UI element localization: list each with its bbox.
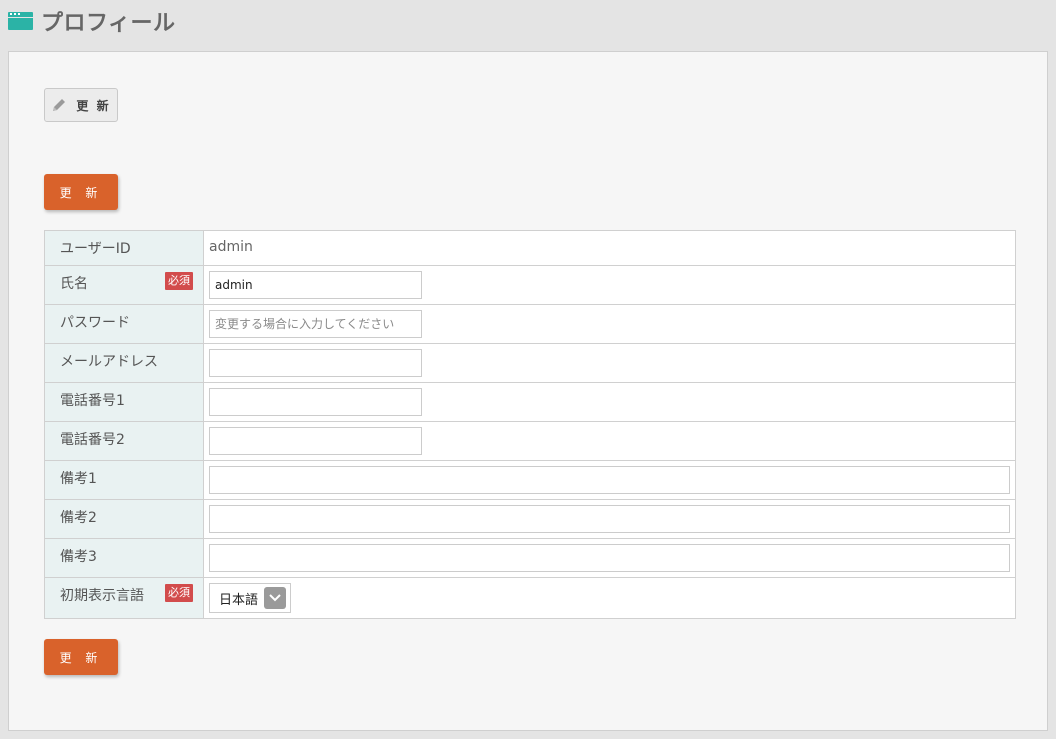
form-row-note2: 備考2 bbox=[44, 499, 1016, 539]
user-id-label: ユーザーID bbox=[44, 230, 204, 266]
password-input[interactable]: 変更する場合に入力してください bbox=[209, 310, 422, 338]
form-row-name: 氏名 必須 admin bbox=[44, 265, 1016, 305]
form-row-password: パスワード 変更する場合に入力してください bbox=[44, 304, 1016, 344]
required-badge: 必須 bbox=[165, 584, 193, 602]
pencil-icon bbox=[53, 99, 66, 111]
form-row-note3: 備考3 bbox=[44, 538, 1016, 578]
email-label: メールアドレス bbox=[44, 343, 204, 383]
note3-input[interactable] bbox=[209, 544, 1010, 572]
form-row-language: 初期表示言語 必須 日本語 bbox=[44, 577, 1016, 619]
name-label-cell: 氏名 必須 bbox=[44, 265, 204, 305]
phone2-label: 電話番号2 bbox=[44, 421, 204, 461]
name-input[interactable]: admin bbox=[209, 271, 422, 299]
page-header: プロフィール bbox=[0, 0, 1056, 42]
email-input[interactable] bbox=[209, 349, 422, 377]
form-row-phone1: 電話番号1 bbox=[44, 382, 1016, 422]
form-row-note1: 備考1 bbox=[44, 460, 1016, 500]
main-panel: 更 新 更 新 ユーザーID admin 氏名 必須 admin パスワード 変… bbox=[8, 51, 1048, 731]
name-label: 氏名 bbox=[60, 276, 88, 292]
note3-label: 備考3 bbox=[44, 538, 204, 578]
note1-label: 備考1 bbox=[44, 460, 204, 500]
form-row-email: メールアドレス bbox=[44, 343, 1016, 383]
update-button-bottom[interactable]: 更 新 bbox=[44, 639, 118, 675]
phone2-input[interactable] bbox=[209, 427, 422, 455]
note2-label: 備考2 bbox=[44, 499, 204, 539]
note2-input[interactable] bbox=[209, 505, 1010, 533]
note1-input[interactable] bbox=[209, 466, 1010, 494]
language-select[interactable]: 日本語 bbox=[209, 583, 292, 613]
password-label: パスワード bbox=[44, 304, 204, 344]
required-badge: 必須 bbox=[165, 272, 193, 290]
profile-form-table: ユーザーID admin 氏名 必須 admin パスワード 変更する場合に入力… bbox=[44, 230, 1016, 619]
language-label: 初期表示言語 bbox=[60, 588, 144, 604]
update-button-top[interactable]: 更 新 bbox=[44, 174, 118, 210]
phone1-label: 電話番号1 bbox=[44, 382, 204, 422]
edit-button-label: 更 新 bbox=[76, 98, 111, 113]
form-row-user-id: ユーザーID admin bbox=[44, 230, 1016, 266]
chevron-down-icon bbox=[264, 587, 287, 609]
language-label-cell: 初期表示言語 必須 bbox=[44, 577, 204, 619]
user-id-value: admin bbox=[209, 239, 253, 255]
form-row-phone2: 電話番号2 bbox=[44, 421, 1016, 461]
edit-button[interactable]: 更 新 bbox=[44, 88, 118, 122]
page-title: プロフィール bbox=[41, 11, 176, 36]
window-icon bbox=[8, 12, 33, 30]
phone1-input[interactable] bbox=[209, 388, 422, 416]
language-selected-value: 日本語 bbox=[219, 592, 259, 608]
